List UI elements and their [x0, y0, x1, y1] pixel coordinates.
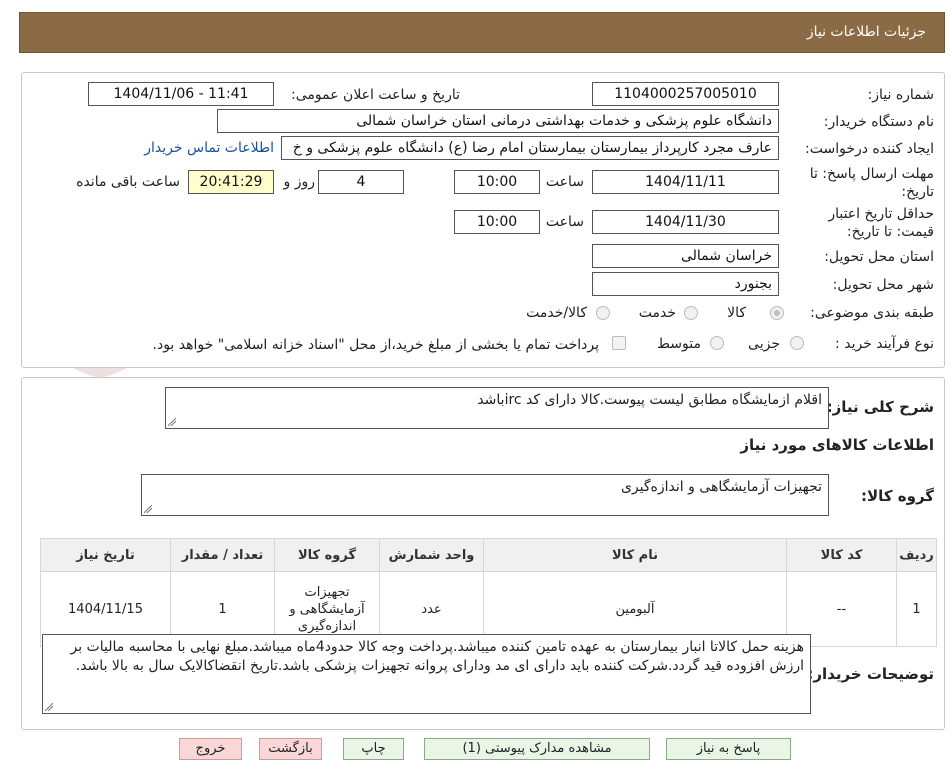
announce-label: تاریخ و ساعت اعلان عمومی:: [291, 87, 460, 103]
reply-button[interactable]: پاسخ به نیاز: [666, 738, 791, 760]
validity-time-label: ساعت: [545, 214, 584, 230]
process-radio-medium[interactable]: [710, 336, 724, 350]
category-radio-goods[interactable]: [770, 306, 784, 320]
province-label: استان محل تحویل:: [824, 249, 934, 265]
summary-field: اقلام ازمایشگاه مطابق لیست پیوست.کالا دا…: [165, 387, 829, 429]
goods-group-text: تجهیزات آزمایشگاهی و اندازه‌گیری: [620, 479, 822, 495]
resize-grip-icon[interactable]: [168, 418, 176, 426]
validity-date-field: 1404/11/30: [592, 210, 779, 234]
resize-grip-icon[interactable]: [144, 505, 152, 513]
buyer-notes-text: هزینه حمل کالاتا انبار بیمارستان به عهده…: [70, 639, 804, 674]
page-title: جزئیات اطلاعات نیاز: [806, 24, 926, 40]
buyer-notes-label: توضیحات خریدار:: [807, 665, 934, 683]
remaining-label: ساعت باقی مانده: [76, 174, 180, 190]
validity-label-2: قیمت: تا تاریخ:: [846, 224, 934, 240]
validity-label: حداقل تاریخ اعتبار: [828, 206, 934, 222]
deadline-label: مهلت ارسال پاسخ: تا: [809, 166, 934, 182]
summary-label: شرح کلی نیاز:: [826, 398, 934, 416]
process-option-medium: متوسط: [657, 336, 701, 352]
need-number-field: 1104000257005010: [592, 82, 779, 106]
category-radio-service[interactable]: [684, 306, 698, 320]
days-label: روز و: [283, 174, 316, 190]
process-label: نوع فرآیند خرید :: [835, 336, 934, 352]
summary-text: اقلام ازمایشگاه مطابق لیست پیوست.کالا دا…: [477, 392, 822, 408]
col-row: ردیف: [896, 538, 937, 572]
category-option-goods: کالا: [727, 305, 746, 321]
category-option-goods-service: کالا/خدمت: [526, 305, 587, 321]
page-header: جزئیات اطلاعات نیاز: [19, 12, 945, 53]
col-date: تاریخ نیاز: [40, 538, 171, 572]
col-name: نام کالا: [483, 538, 787, 572]
validity-time-field: 10:00: [454, 210, 540, 234]
print-button[interactable]: چاپ: [343, 738, 404, 760]
deadline-label-2: تاریخ:: [901, 184, 934, 200]
goods-table-header: ردیف کد کالا نام کالا واحد شمارش گروه کا…: [40, 538, 937, 572]
col-code: کد کالا: [786, 538, 897, 572]
treasury-payment-note: پرداخت تمام یا بخشی از مبلغ خرید،از محل …: [152, 337, 599, 353]
buyer-notes-field: هزینه حمل کالاتا انبار بیمارستان به عهده…: [42, 634, 811, 714]
goods-group-field: تجهیزات آزمایشگاهی و اندازه‌گیری: [141, 474, 829, 516]
goods-section-title: اطلاعات کالاهای مورد نیاز: [740, 436, 934, 454]
goods-table: ردیف کد کالا نام کالا واحد شمارش گروه کا…: [40, 538, 937, 647]
buyer-field: دانشگاه علوم پزشکی و خدمات بهداشتی درمان…: [217, 109, 779, 133]
back-button[interactable]: بازگشت: [259, 738, 322, 760]
days-remaining-field: 4: [318, 170, 404, 194]
announce-field: 1404/11/06 - 11:41: [88, 82, 274, 106]
resize-grip-icon[interactable]: [45, 703, 53, 711]
process-option-minor: جزیی: [748, 336, 780, 352]
buyer-label: نام دستگاه خریدار:: [823, 114, 934, 130]
goods-group-label: گروه کالا:: [861, 487, 934, 505]
creator-label: ایجاد کننده درخواست:: [805, 141, 934, 157]
city-field: بجنورد: [592, 272, 779, 296]
process-radio-minor[interactable]: [790, 336, 804, 350]
col-group: گروه کالا: [274, 538, 380, 572]
treasury-payment-checkbox[interactable]: [612, 336, 626, 350]
exit-button[interactable]: خروج: [179, 738, 242, 760]
need-number-label: شماره نیاز:: [867, 87, 935, 103]
view-attachments-button[interactable]: مشاهده مدارک پیوستی (1): [424, 738, 650, 760]
col-qty: تعداد / مقدار: [170, 538, 275, 572]
category-label: طبقه بندی موضوعی:: [810, 305, 934, 321]
deadline-time-label: ساعت: [545, 174, 584, 190]
category-radio-goods-service[interactable]: [596, 306, 610, 320]
deadline-date-field: 1404/11/11: [592, 170, 779, 194]
col-unit: واحد شمارش: [379, 538, 484, 572]
creator-field: عارف مجرد کارپرداز بیمارستان بیمارستان ا…: [281, 136, 779, 160]
city-label: شهر محل تحویل:: [832, 277, 934, 293]
deadline-time-field: 10:00: [454, 170, 540, 194]
buyer-contact-link[interactable]: اطلاعات تماس خریدار: [144, 140, 274, 156]
cell-row: 1: [896, 571, 937, 647]
category-option-service: خدمت: [638, 305, 676, 321]
province-field: خراسان شمالی: [592, 244, 779, 268]
remaining-time-field: 20:41:29: [188, 170, 274, 194]
